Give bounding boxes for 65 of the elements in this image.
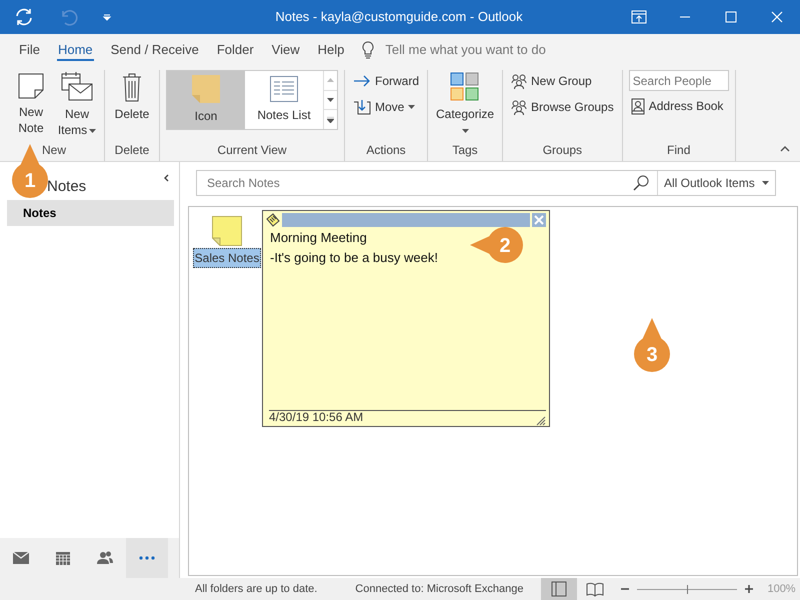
sync-icon[interactable] xyxy=(14,7,34,27)
close-icon[interactable] xyxy=(771,11,783,23)
note-text-line: Morning Meeting xyxy=(270,229,367,247)
ribbon-tab[interactable]: View xyxy=(262,34,309,66)
ribbon-button[interactable]: Categorize xyxy=(434,70,496,140)
group-label: Tags xyxy=(451,142,479,159)
note-icon xyxy=(17,72,45,100)
trash-icon xyxy=(121,72,143,102)
ribbon-button[interactable]: Forward xyxy=(351,70,422,92)
people-icon[interactable] xyxy=(96,549,114,567)
caret-icon xyxy=(762,181,769,185)
folder-heading: Notes xyxy=(47,178,86,195)
zoom-level: 100% xyxy=(767,582,796,597)
group-label: New xyxy=(40,142,67,159)
envelope-calendar-icon xyxy=(61,72,93,102)
arrow-right-icon xyxy=(353,74,371,88)
resize-grip-icon[interactable] xyxy=(536,416,546,426)
people-icon xyxy=(511,74,528,88)
group-label: Find xyxy=(666,142,692,159)
ribbon-display-icon[interactable] xyxy=(631,10,647,24)
search-field[interactable]: Search Notes All Outlook Items xyxy=(196,170,776,196)
ribbon-button[interactable]: Address Book xyxy=(628,95,729,117)
status-text: Connected to: Microsoft Exchange xyxy=(355,582,524,597)
lightbulb-icon[interactable] xyxy=(361,41,376,59)
calendar-icon[interactable] xyxy=(54,549,72,567)
ribbon-button[interactable]: Delete xyxy=(111,70,153,124)
scroll-down-icon[interactable] xyxy=(327,98,334,102)
sticky-note-icon xyxy=(192,75,220,103)
note-text-line: -It's going to be a busy week! xyxy=(270,249,438,267)
mail-icon[interactable] xyxy=(12,549,30,567)
people-icon xyxy=(511,100,528,114)
ribbon-tab[interactable]: Folder xyxy=(208,34,263,66)
maximize-icon[interactable] xyxy=(725,11,737,23)
ribbon-button[interactable]: Browse Groups xyxy=(509,96,616,118)
list-icon xyxy=(270,76,298,102)
ribbon-button[interactable]: New Group xyxy=(509,70,616,92)
group-label: Actions xyxy=(365,142,407,159)
status-text: All folders are up to date. xyxy=(195,582,318,597)
search-icon[interactable] xyxy=(633,175,649,191)
ribbon-tab[interactable]: File xyxy=(10,34,49,66)
tell-me-field[interactable]: Tell me what you want to do xyxy=(383,39,584,61)
normal-view-icon[interactable] xyxy=(550,580,568,598)
notepad-icon[interactable] xyxy=(266,213,280,227)
group-label: Delete xyxy=(114,142,150,159)
color-squares-icon xyxy=(450,72,480,102)
reading-view-icon[interactable] xyxy=(586,580,604,598)
group-label: Current View xyxy=(216,142,288,159)
ribbon-button[interactable]: New Items xyxy=(56,70,98,140)
address-book-icon xyxy=(630,98,645,114)
note-timestamp: 4/30/19 10:56 AM xyxy=(269,409,364,426)
folder-item[interactable]: Notes xyxy=(7,200,174,226)
ribbon-button[interactable]: Move xyxy=(351,96,422,118)
ribbon-tab[interactable]: Send / Receive xyxy=(102,34,208,66)
window-title: Notes - kayla@customguide.com - Outlook xyxy=(274,8,524,26)
customize-toolbar-icon[interactable] xyxy=(102,12,112,22)
ribbon-tab[interactable]: Help xyxy=(308,34,354,66)
ribbon-tab[interactable]: Home xyxy=(48,34,102,66)
group-label: Groups xyxy=(542,142,584,159)
ribbon-button[interactable]: New Note xyxy=(10,70,52,138)
note-label[interactable]: Sales Notes xyxy=(192,248,262,268)
search-people-field[interactable]: Search People xyxy=(628,70,729,91)
view-option[interactable]: Icon xyxy=(167,71,245,129)
more-options-icon[interactable] xyxy=(327,116,334,123)
folder-arrow-icon xyxy=(353,99,371,115)
zoom-in-icon[interactable] xyxy=(745,585,754,593)
